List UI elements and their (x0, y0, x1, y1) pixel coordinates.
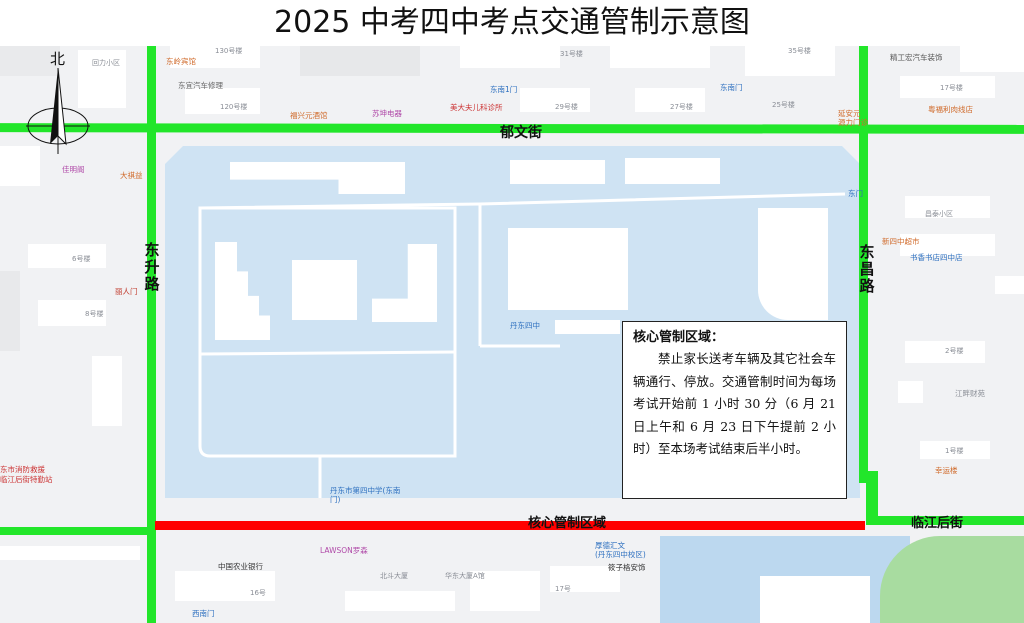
info-box-body: 禁止家长送考车辆及其它社会车辆通行、停放。交通管制时间为每场考试开始前 1 小时… (633, 351, 836, 456)
poi-label[interactable]: 丹东市第四中学(东南门) (330, 486, 402, 504)
building-label: 8号楼 (85, 310, 104, 318)
building-label: 17号 (555, 585, 571, 593)
core-zone-info-box: 核心管制区域： 禁止家长送考车辆及其它社会车辆通行、停放。交通管制时间为每场考试… (622, 321, 847, 499)
poi-label[interactable]: 丽人门 (115, 286, 138, 297)
poi-label[interactable]: 东门 (848, 188, 863, 199)
poi-label[interactable]: 东南门 (720, 82, 743, 93)
school-building (758, 208, 828, 320)
poi-label[interactable]: 中国农业银行 (218, 561, 263, 572)
poi-label[interactable]: 幸运楼 (935, 465, 958, 476)
poi-label[interactable]: 美大夫儿科诊所 (450, 102, 503, 113)
road-core-control-zone[interactable] (155, 521, 865, 530)
building-label: 25号楼 (772, 101, 795, 109)
building-label: 27号楼 (670, 103, 693, 111)
poi-label[interactable]: 书香书店四中店 (910, 252, 963, 263)
street-label-yuwen: 郁文街 (500, 125, 542, 141)
north-arrow-icon (26, 67, 90, 154)
poi-label[interactable]: (丹东四中校区) (595, 549, 646, 560)
school-building (508, 228, 628, 310)
building-label: 昌泰小区 (925, 210, 953, 218)
road-bottom-left[interactable] (0, 527, 152, 535)
building-label: 1号楼 (945, 447, 964, 455)
poi-label[interactable]: 东宜汽车修理 (178, 80, 223, 91)
page-title: 2025 中考四中考点交通管制示意图 (274, 5, 750, 40)
park-area (880, 536, 1024, 623)
poi-label[interactable]: 东岭宾馆 (166, 56, 196, 67)
poi-label[interactable]: 苏坤电器 (372, 108, 402, 119)
poi-label[interactable]: 新四中超市 (882, 236, 920, 247)
building-label: 29号楼 (555, 103, 578, 111)
building-label: 回力小区 (92, 59, 120, 67)
building-label: 2号楼 (945, 347, 964, 355)
map-canvas[interactable]: 郁文街 东升路 东昌路 临江后街 核心管制区域 130号楼 120号楼 31号楼… (0, 46, 1024, 623)
poi-label[interactable]: 大祺益 (120, 170, 143, 181)
building-label: 130号楼 (215, 47, 243, 55)
compass: 北 (20, 48, 96, 158)
street-label-dongchang: 东昌路 (859, 243, 875, 295)
school-building (292, 260, 357, 320)
building-label: 31号楼 (560, 50, 583, 58)
building-label: 120号楼 (220, 103, 248, 111)
school-building (625, 158, 720, 184)
building-label: 16号 (250, 589, 266, 597)
poi-label[interactable]: 西南门 (192, 608, 215, 619)
poi-label[interactable]: 江畔财苑 (955, 388, 985, 399)
info-box-title: 核心管制区域： (633, 330, 725, 345)
poi-label[interactable]: 临江后街特勤站 (0, 474, 53, 485)
street-label-dongsheng: 东升路 (144, 241, 160, 293)
building-label: 35号楼 (788, 47, 811, 55)
poi-label[interactable]: 福兴元酒馆 (290, 110, 328, 121)
building-label: 华东大厦A馆 (445, 572, 485, 580)
building-label: 6号楼 (72, 255, 91, 263)
building-label: 北斗大厦 (380, 572, 408, 580)
street-label-core-zone: 核心管制区域 (528, 516, 607, 531)
poi-label[interactable]: 精工宏汽车装饰 (890, 52, 943, 63)
poi-label[interactable]: LAWSON罗森 (320, 545, 368, 556)
poi-label[interactable]: 佳明阁 (62, 164, 85, 175)
road-dongsheng-road[interactable] (147, 46, 156, 623)
poi-label[interactable]: 丹东四中 (510, 320, 540, 331)
school-building (555, 320, 620, 334)
school-building (510, 160, 605, 184)
building-label: 17号楼 (940, 84, 963, 92)
poi-label[interactable]: 源力门诊 (838, 117, 868, 128)
poi-label[interactable]: 粤福利肉线店 (928, 104, 973, 115)
poi-label[interactable]: 筱子格安饰 (608, 562, 646, 573)
building (760, 576, 870, 623)
poi-label[interactable]: 东南1门 (490, 84, 517, 95)
street-label-linjiang: 临江后街 (911, 516, 964, 531)
